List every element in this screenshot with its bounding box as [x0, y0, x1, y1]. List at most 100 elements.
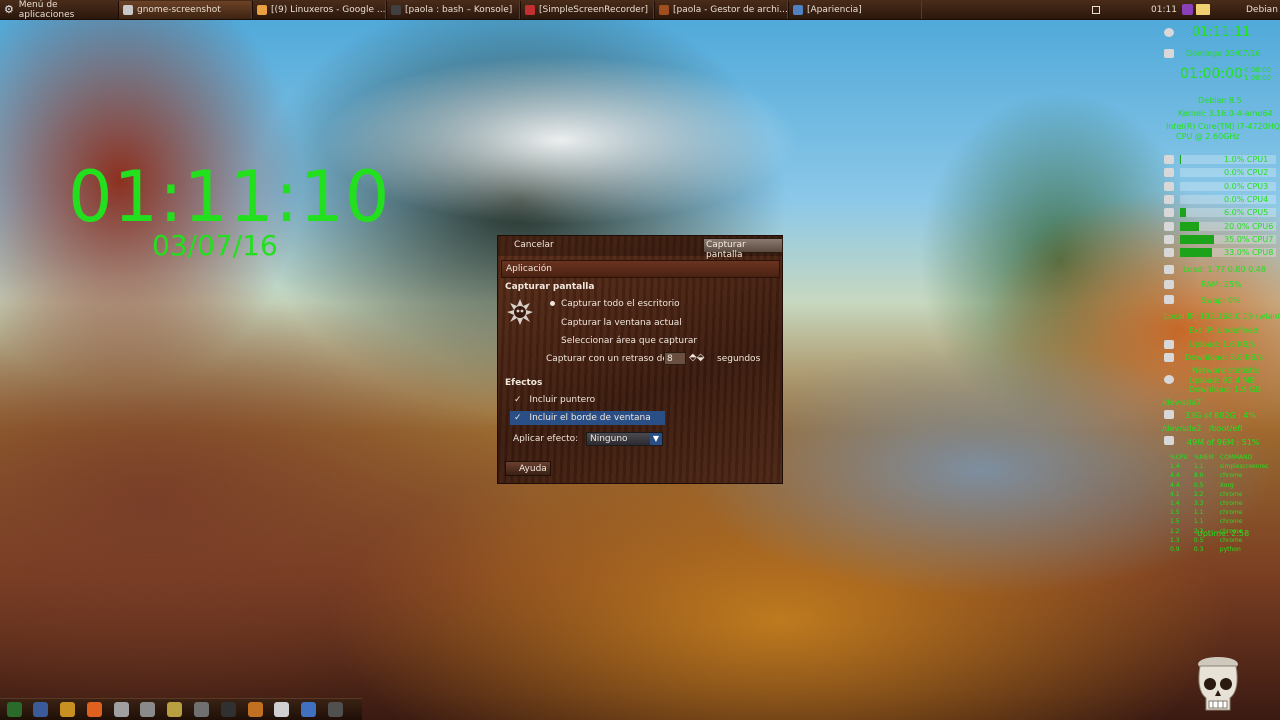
table-cell: 4.4: [1170, 481, 1180, 489]
table-cell: 0.9: [1170, 546, 1180, 554]
table-cell: chrome: [1219, 518, 1243, 526]
option-select-area[interactable]: Seleccionar área que capturar: [561, 336, 697, 346]
dock-launcher[interactable]: [4, 701, 24, 719]
cpu-label: 0.0% CPU2: [1224, 168, 1269, 177]
include-pointer-checkbox[interactable]: ✓ Incluir puntero: [514, 395, 595, 405]
task-gnome-screenshot[interactable]: gnome-screenshot: [118, 0, 252, 19]
conky-upload: Upload: 1.6 KB/s: [1189, 340, 1256, 349]
task-label: [Apariencia]: [807, 4, 862, 15]
table-cell: 1.4: [1170, 463, 1180, 471]
conky-distro: Debian 8.5: [1198, 96, 1242, 105]
dock-launcher[interactable]: [299, 701, 319, 719]
task-simplescreenrecorder[interactable]: [SimpleScreenRecorder]: [520, 0, 654, 19]
disk-icon: [1164, 410, 1174, 419]
delay-label: Capturar con un retraso de: [546, 354, 668, 364]
chrome-icon: [257, 4, 267, 15]
conky-ext-ip: Ext IP: Undefined: [1189, 326, 1258, 335]
table-cell: python: [1219, 546, 1241, 554]
scissors-icon: [194, 702, 210, 717]
delay-stepper-icon[interactable]: ⬘⬙: [689, 352, 704, 363]
dock-launcher[interactable]: [165, 701, 185, 719]
dock-launcher[interactable]: [84, 701, 104, 719]
chevron-down-icon: ▼: [650, 433, 662, 445]
table-cell: chrome: [1219, 472, 1243, 480]
dock-launcher[interactable]: [245, 701, 265, 719]
dock-launcher[interactable]: [218, 701, 238, 719]
disk-icon: [1164, 436, 1174, 445]
dock-launcher[interactable]: [58, 701, 78, 719]
conky-disk1: /dev/sda7: [1162, 398, 1202, 407]
dock-launcher[interactable]: [31, 701, 51, 719]
desktop-clock-date: 03/07/16: [152, 229, 278, 262]
download-icon: [1164, 353, 1174, 362]
table-cell: 1.5: [1170, 518, 1180, 526]
delay-input[interactable]: 8: [664, 352, 686, 365]
table-cell: chrome: [1219, 509, 1243, 517]
dock-launcher[interactable]: [111, 701, 131, 719]
cpu-icon: [1164, 155, 1174, 164]
cpu-icon: [1164, 235, 1174, 244]
dock-launcher[interactable]: [192, 701, 212, 719]
dock-launcher[interactable]: [138, 701, 158, 719]
application-menu[interactable]: Aplicación: [501, 260, 780, 278]
table-row: 4.4 8.0 chrome: [1170, 472, 1273, 479]
firefox-icon: [86, 702, 102, 717]
screenshot-skull-icon: [507, 299, 533, 325]
dock-launcher[interactable]: [326, 701, 346, 719]
panel-clock[interactable]: 01:11: [1151, 5, 1177, 15]
column-header: COMMAND: [1219, 454, 1253, 461]
distro-label[interactable]: Debian: [1246, 5, 1278, 15]
cancel-button[interactable]: Cancelar: [514, 240, 554, 252]
conky-download: Download: 5.8 KB/s: [1185, 353, 1263, 362]
effect-select[interactable]: Ninguno ▼: [586, 432, 663, 446]
conky-disk2-mount: /boot/efi: [1209, 424, 1243, 433]
konsole-icon: [391, 4, 401, 15]
task-konsole[interactable]: [paola : bash – Konsole]: [386, 0, 520, 19]
network-icon: [1164, 375, 1174, 384]
table-cell: Xorg: [1219, 481, 1234, 489]
task-label: [(9) Linuxeros - Google ...: [271, 4, 386, 15]
task-chrome[interactable]: [(9) Linuxeros - Google ...: [252, 0, 386, 19]
bottom-dock: [0, 698, 362, 720]
cpu-label: 1.0% CPU1: [1224, 155, 1269, 164]
conky-disk2: /dev/sda2: [1162, 424, 1202, 433]
capture-section-title: Capturar pantalla: [505, 282, 595, 292]
table-cell: 1.2: [1170, 527, 1180, 535]
help-button[interactable]: Ayuda: [505, 461, 551, 476]
appearance-icon: [793, 4, 803, 15]
applications-menu-label: Menú de aplicaciones: [18, 0, 75, 20]
applications-menu-button[interactable]: ⚙ Menú de aplicaciones: [0, 0, 118, 20]
recorder-icon: [525, 4, 535, 15]
cpu-icon: [1164, 195, 1174, 204]
radio-selected-indicator[interactable]: [550, 301, 555, 306]
option-whole-desktop[interactable]: Capturar todo el escritorio: [561, 299, 680, 309]
task-file-manager[interactable]: [paola - Gestor de archi...: [654, 0, 788, 19]
conky-ram: RAM: 25%: [1201, 280, 1242, 289]
task-label: [paola : bash – Konsole]: [405, 4, 513, 15]
delay-unit: segundos: [717, 354, 761, 364]
capture-button[interactable]: Capturar pantalla: [703, 238, 783, 260]
checkmark-icon: ✓: [514, 395, 522, 405]
tray-app-icon[interactable]: [1182, 4, 1193, 15]
media-icon: [247, 702, 263, 717]
cpu-label: 0.0% CPU4: [1224, 195, 1269, 204]
table-cell: 3.3: [1193, 500, 1204, 508]
tray-folder-icon[interactable]: [1196, 4, 1210, 15]
include-border-checkbox[interactable]: ✓ Incluir el borde de ventana: [514, 413, 651, 423]
cpu-icon: [1164, 168, 1174, 177]
effects-section-title: Efectos: [505, 378, 543, 388]
appearance-icon: [301, 702, 317, 717]
table-row: 1.5 1.1 chrome: [1170, 509, 1273, 516]
table-cell: 8.0: [1193, 472, 1204, 480]
table-cell: 0.5: [1193, 481, 1204, 489]
cpu-icon: [1164, 222, 1174, 231]
dock-launcher[interactable]: [272, 701, 292, 719]
task-appearance[interactable]: [Apariencia]: [788, 0, 922, 19]
show-desktop-icon[interactable]: [1092, 6, 1100, 14]
top-panel: ⚙ Menú de aplicaciones gnome-screenshot …: [0, 0, 1280, 20]
table-row: 0.9 0.3 python: [1170, 546, 1273, 553]
effect-value: Ninguno: [590, 434, 628, 444]
option-current-window[interactable]: Capturar la ventana actual: [561, 318, 682, 328]
network-icon: [60, 702, 76, 717]
settings-icon: [33, 702, 49, 717]
